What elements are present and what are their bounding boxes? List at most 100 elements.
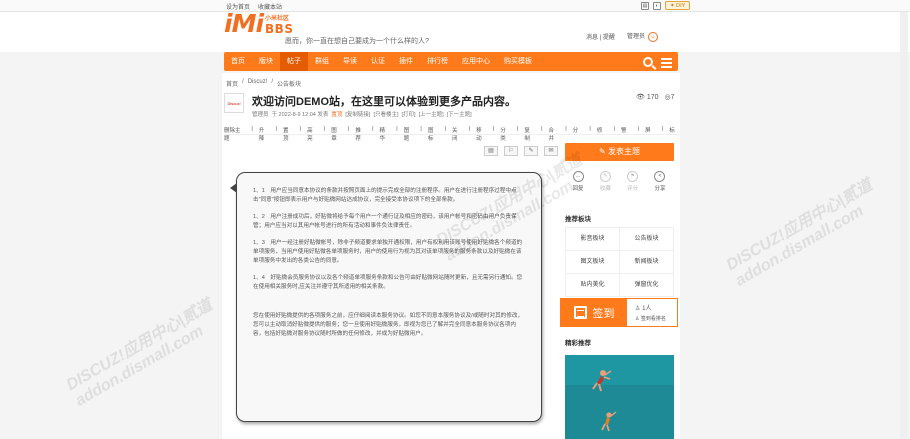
- mod-tool[interactable]: 修复: [597, 126, 608, 142]
- signin-rank-row[interactable]: ♙ 签到看排名: [635, 315, 677, 322]
- post-tool-icon[interactable]: ✉: [544, 146, 558, 156]
- nav-item[interactable]: 认证: [364, 52, 392, 71]
- new-thread-label: 发表主题: [607, 147, 640, 156]
- nav-item[interactable]: 应用中心: [455, 52, 497, 71]
- nav-item[interactable]: 购买模板: [497, 52, 539, 71]
- meta-item[interactable]: 管理员: [252, 110, 269, 118]
- messages-link[interactable]: 消息: [586, 35, 598, 41]
- mod-tool[interactable]: 标签: [669, 126, 680, 142]
- reminders-link[interactable]: 提醒: [603, 35, 615, 41]
- nav-item[interactable]: 排行榜: [420, 52, 455, 71]
- mod-tool[interactable]: 移动: [476, 126, 487, 142]
- signin-count: 1人: [642, 306, 652, 312]
- meta-item[interactable]: [上一主题]: [419, 110, 444, 118]
- mod-tool[interactable]: 图题: [404, 126, 415, 142]
- action-1[interactable]: ✎ 收藏: [593, 171, 617, 192]
- tool-separator: |: [299, 126, 302, 132]
- mod-tool[interactable]: 删除主题: [224, 126, 245, 142]
- tool-separator: |: [541, 126, 543, 132]
- post-tool-icon[interactable]: ▤: [484, 146, 498, 156]
- signin-label: 签到: [592, 307, 615, 320]
- nav-item[interactable]: 首页: [224, 52, 252, 71]
- tool-separator: |: [347, 126, 350, 132]
- featured-title: 精彩推荐: [565, 340, 591, 347]
- diver-illustration: [565, 355, 674, 439]
- mod-tool[interactable]: 图章: [331, 126, 342, 142]
- post-paragraph: 1、2 用户注册成功后，好贴微将给予每个用户一个通行证及相应的密码，该用户帐号和…: [253, 214, 517, 229]
- tool-separator: |: [468, 126, 471, 132]
- mod-tool[interactable]: 合并: [549, 126, 560, 142]
- meta-item[interactable]: [下一主题]: [447, 110, 472, 118]
- moderation-tools: 删除主题 | 升降 | 置顶 | 高亮 | 图章 | 推荐 | 精华 | 图题 | 图标 | 关闭 | 移动 | 分类 | 复制…: [224, 126, 680, 142]
- thread-meta: 管理员于 2022-8-9 12:04 发表 置顶 [复制链接] [只看楼主] [打印]…: [252, 110, 472, 118]
- mod-tool[interactable]: 分类: [500, 126, 511, 142]
- print-icon[interactable]: ▤: [641, 1, 649, 10]
- nav-item[interactable]: 帖子: [280, 52, 308, 71]
- meta-item[interactable]: [打印]: [402, 110, 416, 118]
- featured-image[interactable]: [565, 355, 674, 439]
- tool-separator: |: [637, 126, 640, 132]
- meta-item[interactable]: [复制链接]: [345, 110, 370, 118]
- views-count: 170: [646, 94, 659, 101]
- recommend-item[interactable]: 影音板块: [566, 228, 619, 250]
- mod-tool[interactable]: 复制: [524, 126, 535, 142]
- mod-tool[interactable]: 升降: [259, 126, 270, 142]
- replies-stat: ◎7: [665, 93, 675, 101]
- new-thread-button[interactable]: ✎ 发表主题: [565, 143, 674, 161]
- action-3[interactable]: < 分享: [648, 171, 672, 192]
- username-link[interactable]: 管理员: [627, 34, 645, 40]
- mod-tool[interactable]: 分割: [573, 126, 584, 142]
- mod-tool[interactable]: 推荐: [355, 126, 366, 142]
- meta-item[interactable]: 置顶: [331, 110, 342, 118]
- nav-right: [643, 55, 672, 68]
- mod-tool[interactable]: 精华: [380, 126, 391, 142]
- recommend-item[interactable]: 图文板块: [566, 251, 619, 273]
- mod-tool[interactable]: 屏蔽: [645, 126, 656, 142]
- site-tagline: 愿而，你一直在想自己要成为一个什么样的人?: [285, 38, 429, 45]
- recommend-item[interactable]: 新闻板块: [620, 251, 673, 273]
- action-icon: <: [654, 171, 666, 182]
- author-avatar[interactable]: Discuz!: [224, 93, 244, 113]
- action-icon: …: [572, 171, 584, 182]
- thread-actions: … 回复 ✎ 收藏 ⚑ 评分 < 分享: [566, 171, 672, 192]
- post-tool-icon[interactable]: ✎: [524, 146, 538, 156]
- mod-tool[interactable]: 高亮: [307, 126, 318, 142]
- post-paragraph: 1、1 用户应当同意本协议的条款并按照页面上的提示完成全部的注册程序。用户在进行…: [253, 188, 517, 203]
- tool-separator: |: [661, 126, 664, 132]
- breadcrumb-item[interactable]: Discuz!: [248, 79, 268, 88]
- skin-icon[interactable]: ◐: [653, 1, 661, 10]
- action-0[interactable]: … 回复: [566, 171, 590, 192]
- menu-list-icon[interactable]: [661, 58, 672, 68]
- tool-separator: |: [613, 126, 615, 132]
- mod-tool[interactable]: 关闭: [452, 126, 463, 142]
- post-tool-icon[interactable]: ⚐: [504, 146, 518, 156]
- logo-mark: iMi: [224, 9, 264, 38]
- tool-separator: |: [275, 126, 277, 132]
- user-box: 消息 | 提醒 管理员 ☺: [586, 31, 658, 42]
- mod-tool[interactable]: 警告: [621, 126, 632, 142]
- nav-item[interactable]: 群组: [308, 52, 336, 71]
- site-logo[interactable]: iMi 小米社区 BBS: [224, 9, 293, 38]
- mod-tool[interactable]: 图标: [428, 126, 439, 142]
- recommend-item[interactable]: 弹窗优化: [620, 274, 673, 296]
- post-content: 1、1 用户应当同意本协议的条款并按照页面上的提示完成全部的注册程序。用户在进行…: [230, 172, 542, 422]
- nav-item[interactable]: 插件: [392, 52, 420, 71]
- breadcrumb-item[interactable]: 首页: [226, 79, 238, 88]
- signin-button[interactable]: 签到: [561, 299, 627, 326]
- tool-separator: |: [372, 126, 374, 132]
- nav-item[interactable]: 版块: [252, 52, 280, 71]
- breadcrumb-item[interactable]: 公告板块: [277, 79, 301, 88]
- user-avatar[interactable]: ☺: [647, 32, 658, 42]
- mod-tool[interactable]: 置顶: [283, 126, 294, 142]
- search-icon[interactable]: [643, 57, 653, 67]
- diy-button[interactable]: ✦ DIY: [665, 1, 691, 10]
- tool-separator: |: [444, 126, 446, 132]
- recommend-item[interactable]: 贴内美化: [566, 274, 619, 296]
- nav-item[interactable]: 导读: [336, 52, 364, 71]
- watermark-1-line1: DISCUZ!应用中心|贰道: [63, 296, 216, 395]
- recommend-item[interactable]: 公告板块: [620, 228, 673, 250]
- post-paragraph: 您在使用好贴微提供的各项服务之前，应仔细阅读本服务协议。如您不同意本服务协议及/…: [253, 313, 524, 337]
- meta-item[interactable]: [只看楼主]: [373, 110, 398, 118]
- page-scrollbar[interactable]: [900, 12, 908, 439]
- action-2[interactable]: ⚑ 评分: [621, 171, 645, 192]
